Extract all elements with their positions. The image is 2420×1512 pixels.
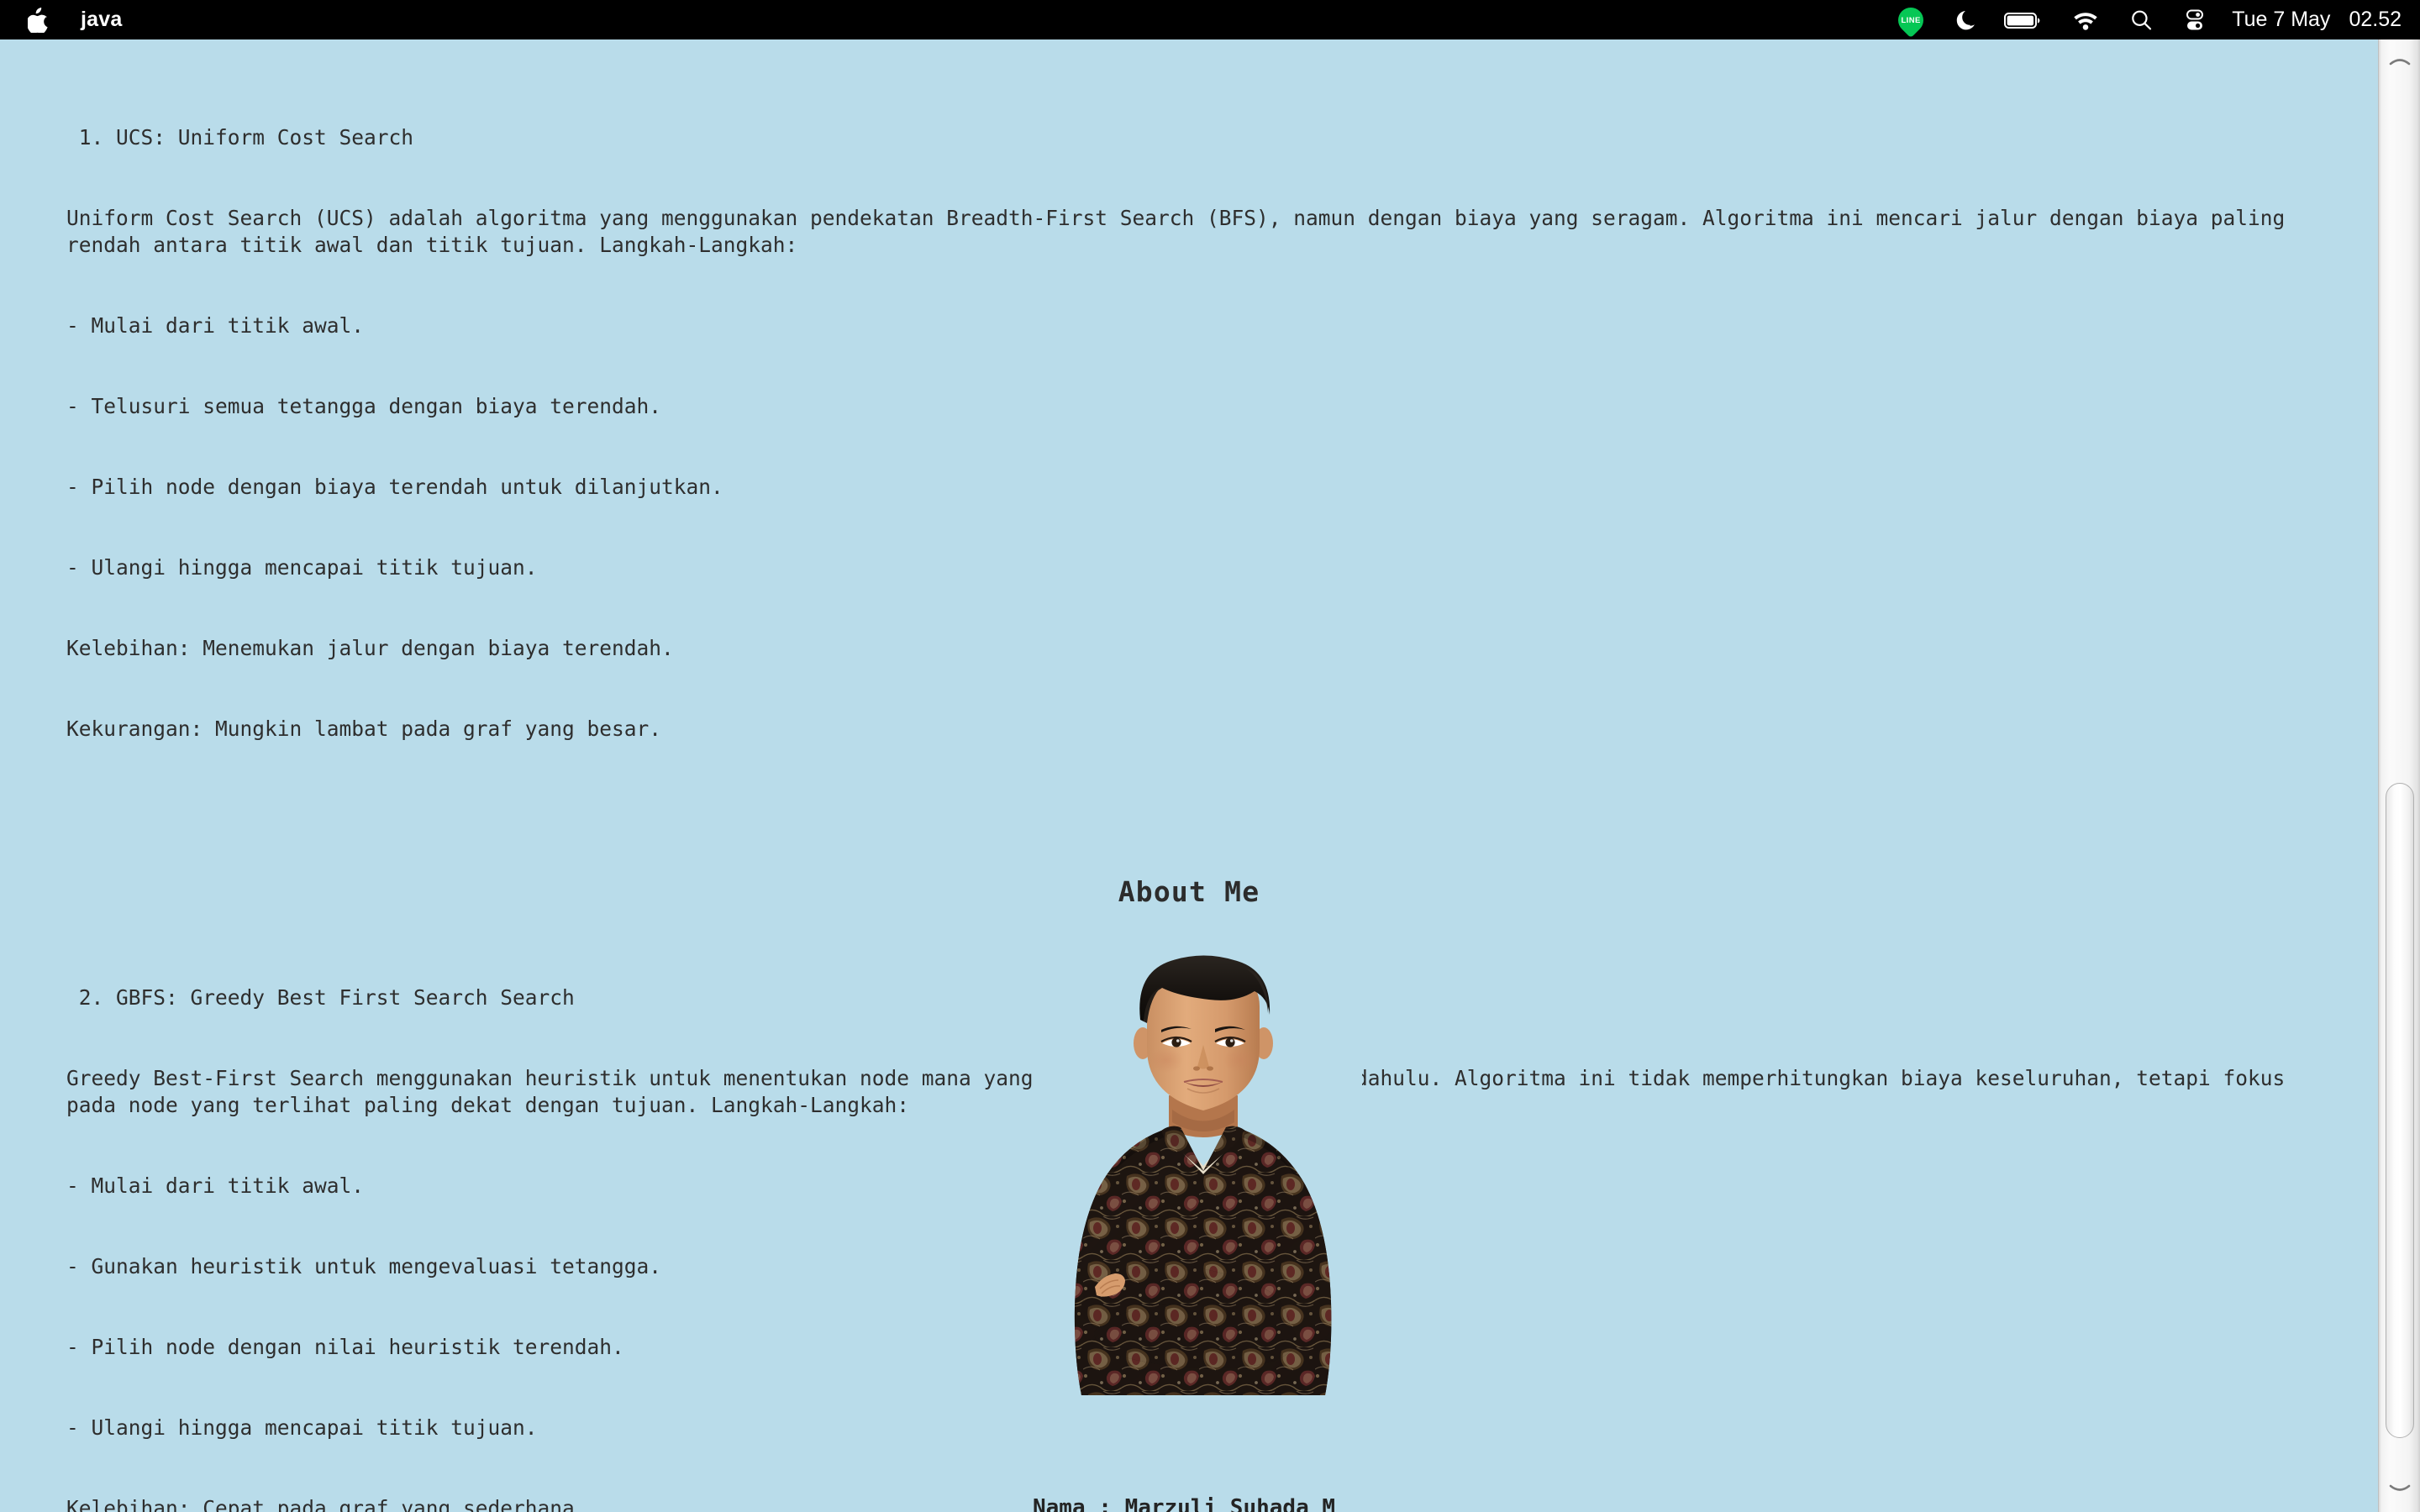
algorithm-step: - Mulai dari titik awal. (66, 312, 2335, 339)
scroll-content-pane[interactable]: 1. UCS: Uniform Cost Search Uniform Cost… (0, 39, 2378, 1512)
macos-menu-bar: java LINE (0, 0, 2420, 39)
active-app-name[interactable]: java (81, 8, 122, 32)
wifi-icon[interactable] (2057, 0, 2114, 39)
algorithm-pros: Kelebihan: Menemukan jalur dengan biaya … (66, 635, 2335, 662)
line-icon-label: LINE (1902, 15, 1921, 24)
spotlight-search-icon[interactable] (2114, 0, 2168, 39)
identity-name-line: Nama : Marzuli Suhada M (1033, 1494, 1335, 1512)
scroll-up-arrow-icon[interactable] (2379, 43, 2420, 78)
algorithm-step: - Telusuri semua tetangga dengan biaya t… (66, 393, 2335, 420)
clock-date: Tue 7 May (2232, 8, 2330, 31)
menu-bar-clock[interactable]: Tue 7 May 02.52 (2222, 8, 2402, 32)
paragraph-gap (66, 850, 2335, 877)
algorithm-step: - Ulangi hingga mencapai titik tujuan. (66, 554, 2335, 581)
do-not-disturb-moon-icon[interactable] (1938, 0, 1990, 39)
about-me-heading: About Me (0, 875, 2378, 908)
algorithm-heading: 1. UCS: Uniform Cost Search (66, 124, 2335, 151)
apple-logo-icon[interactable] (25, 5, 50, 35)
app-window: java LINE (0, 0, 2420, 1512)
portrait-photo (1044, 954, 1362, 1395)
battery-icon[interactable] (1990, 0, 2057, 39)
algorithm-cons: Kekurangan: Mungkin lambat pada graf yan… (66, 716, 2335, 743)
line-icon[interactable]: LINE (1884, 0, 1938, 39)
menu-bar-left-group: java (25, 5, 122, 35)
scrollbar-thumb[interactable] (2386, 783, 2414, 1438)
algorithm-step: - Pilih node dengan biaya terendah untuk… (66, 474, 2335, 501)
vertical-scrollbar[interactable] (2378, 39, 2420, 1512)
clock-time: 02.52 (2349, 8, 2402, 31)
control-center-icon[interactable] (2168, 0, 2222, 39)
algorithm-body: Uniform Cost Search (UCS) adalah algorit… (66, 205, 2335, 259)
scroll-down-arrow-icon[interactable] (2379, 1472, 2420, 1507)
algorithm-block-ucs: 1. UCS: Uniform Cost Search Uniform Cost… (66, 71, 2335, 796)
menu-bar-status-items: LINE (1884, 0, 2402, 39)
identity-block: Nama : Marzuli Suhada M NIM : 13522070 (1033, 1436, 1335, 1512)
